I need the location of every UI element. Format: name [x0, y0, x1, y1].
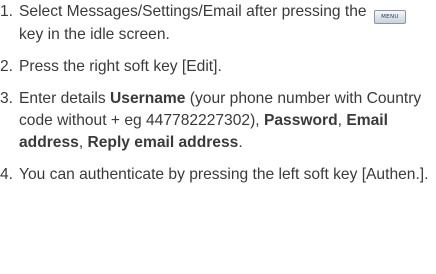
- step-3: 3. Enter details Username (your phone nu…: [0, 88, 434, 154]
- step-text: key in the idle screen.: [19, 26, 170, 43]
- step-1: 1. Select Messages/Settings/Email after …: [0, 1, 434, 46]
- instruction-list: 1. Select Messages/Settings/Email after …: [0, 1, 434, 186]
- sentence-end: .: [238, 134, 243, 151]
- step-number: 1.: [0, 3, 14, 20]
- field-username: Username: [110, 90, 186, 107]
- step-text: Select Messages/Settings/Email after pre…: [19, 3, 367, 20]
- step-text: You can authenticate by pressing the lef…: [19, 166, 429, 183]
- step-text: Enter details: [19, 90, 106, 107]
- step-2: 2. Press the right soft key [Edit].: [0, 56, 434, 78]
- separator: ,: [78, 134, 84, 151]
- step-text: Press the right soft key [Edit].: [19, 58, 222, 75]
- menu-key-icon: MENU: [373, 10, 406, 24]
- step-number: 3.: [0, 90, 14, 107]
- step-number: 2.: [0, 58, 14, 75]
- field-reply-email-address: Reply email address: [87, 134, 239, 151]
- field-password: Password: [263, 112, 338, 129]
- step-4: 4. You can authenticate by pressing the …: [0, 164, 434, 186]
- separator: ,: [337, 112, 342, 129]
- step-number: 4.: [0, 166, 14, 183]
